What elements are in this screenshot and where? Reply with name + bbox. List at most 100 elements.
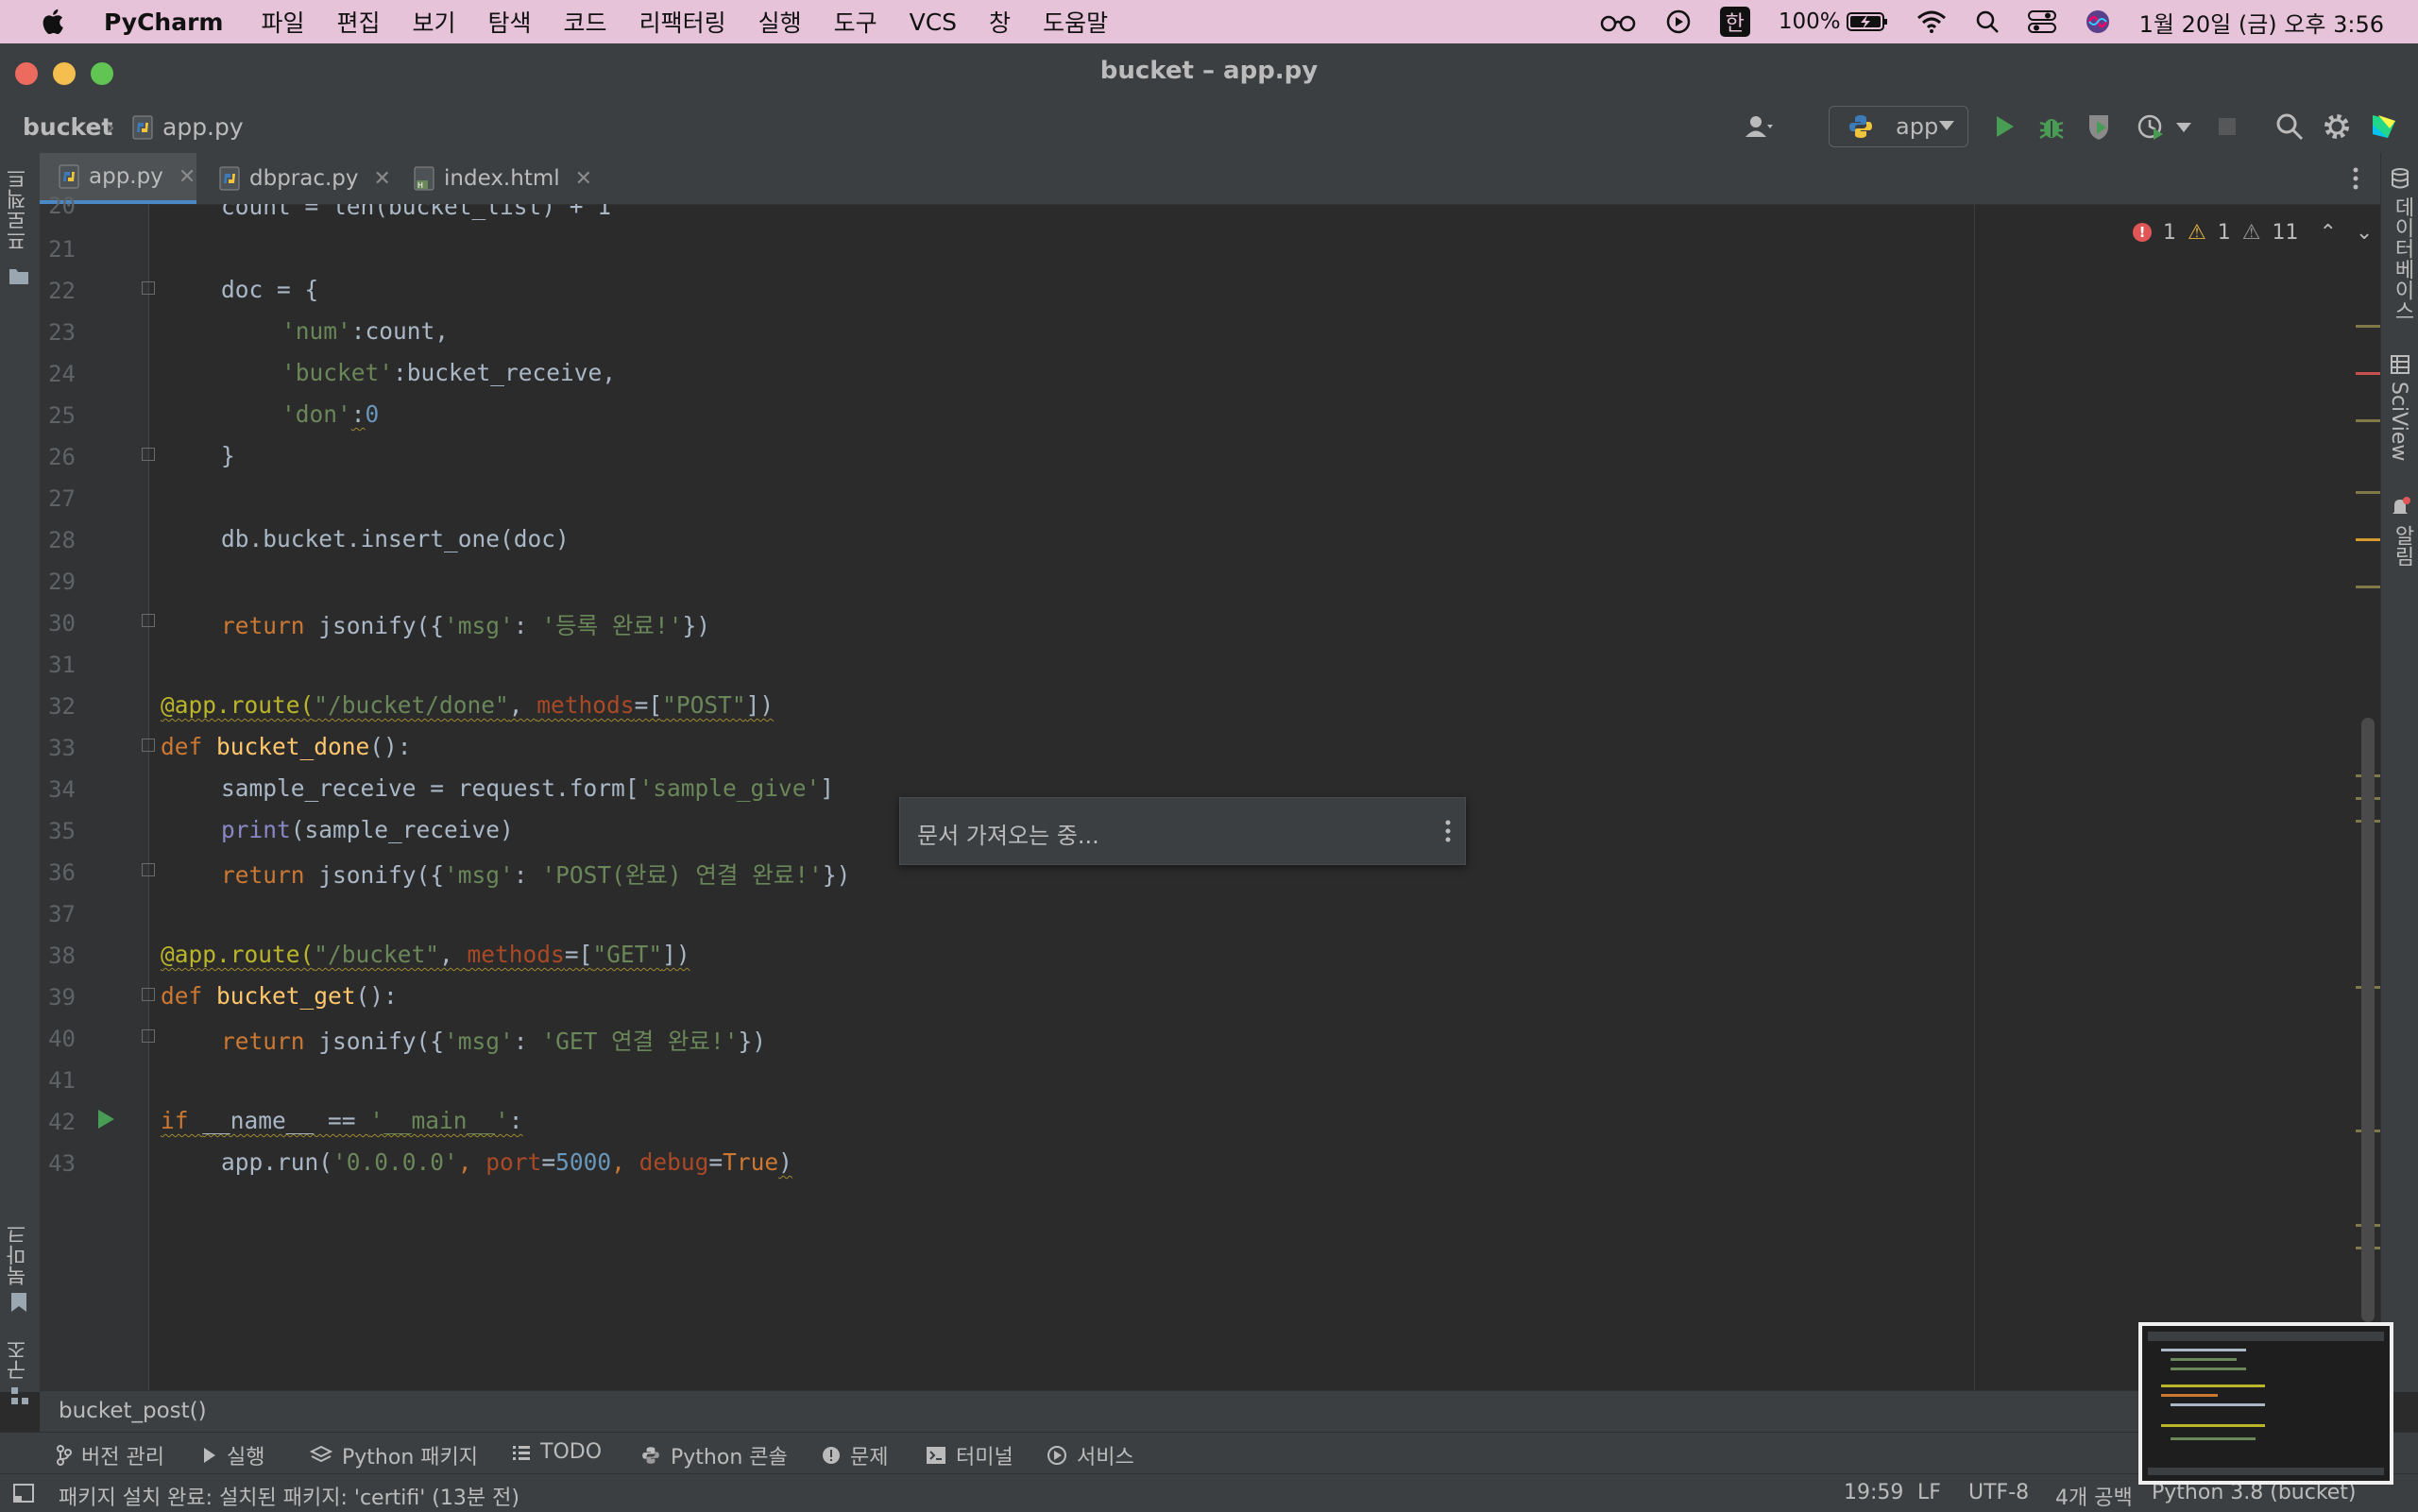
- fold-marker-icon[interactable]: [142, 281, 155, 295]
- notifications-tool-label: 알림: [2391, 525, 2414, 567]
- code-token: ,: [457, 1148, 486, 1176]
- weak-warning-icon: ⚠: [2241, 220, 2261, 245]
- terminal-icon: [927, 1447, 945, 1464]
- tool-run[interactable]: 실행: [202, 1440, 264, 1470]
- tool-services[interactable]: 서비스: [1047, 1440, 1134, 1470]
- tool-problems[interactable]: 문제: [822, 1440, 888, 1470]
- warning-stripe-mark[interactable]: [2356, 491, 2380, 494]
- code-token: =[: [634, 691, 663, 719]
- code-editor[interactable]: 20 21 22 23 24 25 26 27 28 29 30 31 32 3…: [0, 0, 2380, 1390]
- status-bar: 패키지 설치 완료: 설치된 패키지: 'certifi' (13분 전) 19…: [0, 1473, 2418, 1512]
- line-number: 32: [48, 693, 76, 720]
- thumbnail-code-line: [2171, 1403, 2265, 1406]
- line-number: 21: [48, 236, 76, 263]
- line-separator[interactable]: LF: [1917, 1481, 1941, 1504]
- previous-highlight-chevron-up-icon[interactable]: ⌃: [2319, 221, 2336, 245]
- code-line-36: return jsonify({'msg': 'POST(완료) 연결 완료!'…: [221, 858, 850, 891]
- warning-count: 1: [2217, 220, 2231, 245]
- line-number: 39: [48, 984, 76, 1011]
- line-number: 29: [48, 569, 76, 595]
- editor-vertical-scrollbar[interactable]: [2361, 718, 2375, 1322]
- code-token: bucket_get: [216, 982, 356, 1010]
- code-token: if: [161, 1107, 203, 1134]
- fold-marker-icon[interactable]: [142, 614, 155, 627]
- tool-python-packages[interactable]: Python 패키지: [310, 1440, 478, 1470]
- error-count: 1: [2163, 220, 2176, 245]
- tool-label: 문제: [850, 1446, 889, 1470]
- code-token: def: [161, 733, 217, 760]
- error-stripe-mark[interactable]: [2356, 372, 2380, 375]
- services-icon: [1047, 1446, 1066, 1465]
- code-token: __name__ ==: [202, 1107, 370, 1134]
- toggle-tool-windows-icon[interactable]: [13, 1484, 34, 1503]
- fold-marker-icon[interactable]: [142, 1029, 155, 1043]
- right-tool-stripe: 데이터베이스 SciView 알림: [2380, 153, 2418, 1392]
- code-line-39: def bucket_get():: [161, 982, 398, 1010]
- tool-label: Python 콘솔: [671, 1446, 788, 1470]
- python-logo-icon: [642, 1447, 659, 1464]
- inspection-widget[interactable]: ! 1 ⚠ 1 ⚠ 11 ⌃ ⌄: [2133, 215, 2373, 249]
- run-gutter-icon[interactable]: [96, 1109, 115, 1130]
- code-line-20: count = len(bucket_list) + 1: [221, 204, 612, 220]
- thumbnail-code-line: [2161, 1424, 2265, 1427]
- fold-marker-icon[interactable]: [142, 448, 155, 461]
- code-line-28: db.bucket.insert_one(doc): [221, 525, 570, 552]
- fold-marker-icon[interactable]: [142, 739, 155, 752]
- line-number: 28: [48, 527, 76, 553]
- code-token: :: [508, 1107, 523, 1134]
- layers-icon: [310, 1445, 332, 1463]
- code-token: 'msg': [444, 1028, 514, 1055]
- code-token: 'num': [281, 317, 351, 345]
- code-token: @app.route(: [161, 691, 315, 719]
- code-line-32: @app.route("/bucket/done", methods=["POS…: [161, 691, 774, 719]
- line-number: 26: [48, 444, 76, 470]
- line-number: 41: [48, 1067, 76, 1094]
- code-token: bucket_done: [216, 733, 370, 760]
- code-token: app.run(: [221, 1148, 333, 1176]
- line-number: 43: [48, 1150, 76, 1177]
- file-encoding[interactable]: UTF-8: [1968, 1481, 2029, 1504]
- code-token: 'bucket': [281, 359, 394, 386]
- code-token: 'don': [281, 400, 351, 428]
- fold-marker-icon[interactable]: [142, 988, 155, 1001]
- code-token: jsonify({: [304, 1028, 445, 1055]
- code-token: 'msg': [444, 612, 514, 639]
- line-number: 34: [48, 776, 76, 803]
- tool-version-control[interactable]: 버전 관리: [57, 1440, 164, 1470]
- caret-position[interactable]: 19:59: [1844, 1481, 1903, 1504]
- tool-todo[interactable]: TODO: [512, 1440, 602, 1464]
- warning-stripe-mark[interactable]: [2356, 419, 2380, 422]
- code-line-43: app.run('0.0.0.0', port=5000, debug=True…: [221, 1148, 792, 1176]
- tool-terminal[interactable]: 터미널: [926, 1440, 1013, 1470]
- indent-setting[interactable]: 4개 공백: [2055, 1481, 2133, 1511]
- screenshot-thumbnail[interactable]: [2138, 1322, 2393, 1485]
- line-number: 31: [48, 652, 76, 678]
- tool-label: 버전 관리: [81, 1446, 164, 1470]
- warning-stripe-mark[interactable]: [2356, 325, 2380, 328]
- code-token: }): [682, 612, 710, 639]
- code-token: :: [513, 612, 542, 639]
- line-number: 24: [48, 361, 76, 387]
- code-token: =: [541, 1148, 556, 1176]
- tool-python-console[interactable]: Python 콘솔: [640, 1440, 788, 1470]
- fold-marker-icon[interactable]: [142, 863, 155, 876]
- tool-label: TODO: [540, 1440, 603, 1464]
- code-token: methods: [536, 691, 635, 719]
- code-line-40: return jsonify({'msg': 'GET 연결 완료!'}): [221, 1024, 766, 1057]
- line-number: 25: [48, 402, 76, 429]
- code-token: :: [513, 1028, 542, 1055]
- code-line-26: }: [221, 442, 235, 469]
- tool-window-bar: 버전 관리 실행 Python 패키지 TODO Python 콘솔 문제 터미…: [0, 1432, 2418, 1474]
- line-number: 27: [48, 485, 76, 512]
- popup-more-options-icon[interactable]: [1444, 819, 1452, 843]
- documentation-popup[interactable]: 문서 가져오는 중...: [899, 797, 1466, 865]
- code-line-42: if __name__ == '__main__':: [161, 1107, 523, 1134]
- warning-stripe-mark[interactable]: [2356, 538, 2380, 541]
- warning-stripe-mark[interactable]: [2356, 586, 2380, 588]
- status-message[interactable]: 패키지 설치 완료: 설치된 패키지: 'certifi' (13분 전): [59, 1481, 519, 1511]
- next-highlight-chevron-down-icon[interactable]: ⌄: [2356, 221, 2373, 245]
- function-breadcrumb[interactable]: bucket_post(): [59, 1399, 207, 1423]
- bell-icon: [2392, 497, 2410, 514]
- weak-warning-count: 11: [2272, 220, 2299, 245]
- code-token: return: [221, 612, 305, 639]
